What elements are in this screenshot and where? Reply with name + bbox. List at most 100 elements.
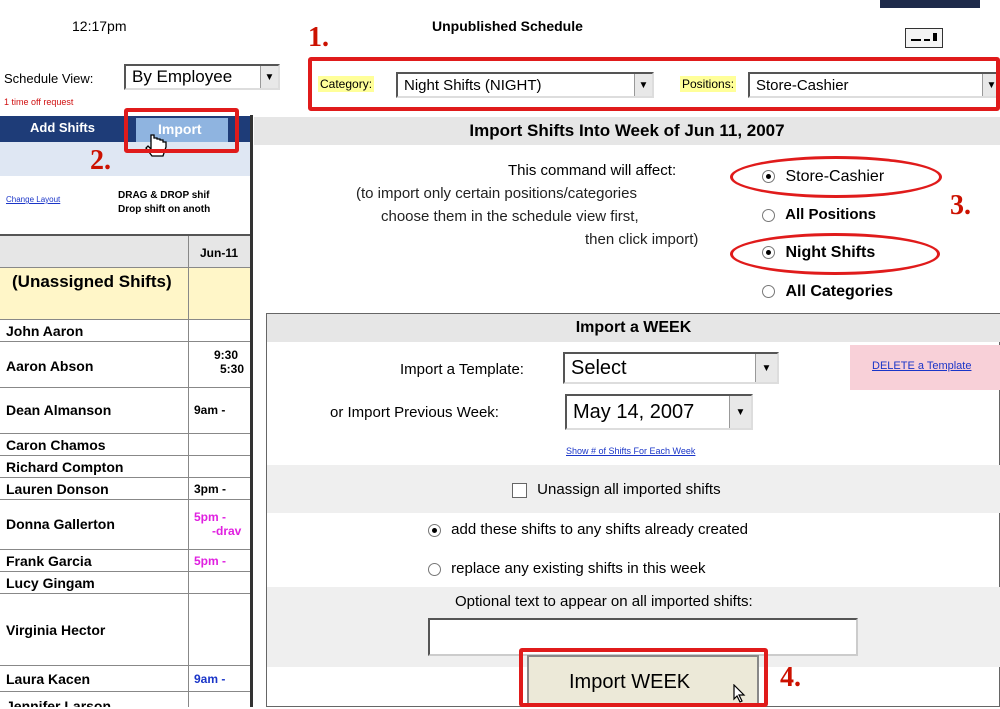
schedule-title: Unpublished Schedule bbox=[432, 18, 583, 34]
shift-cell[interactable] bbox=[188, 456, 250, 477]
import-week-title: Import a WEEK bbox=[267, 314, 1000, 342]
table-row[interactable]: Laura Kacen 9am - bbox=[0, 666, 250, 692]
import-hint-2: choose them in the schedule view first, bbox=[381, 208, 639, 225]
optional-text-label: Optional text to appear on all imported … bbox=[455, 593, 753, 610]
chevron-down-icon: ▼ bbox=[755, 354, 777, 382]
schedule-view-select[interactable]: By Employee ▼ bbox=[124, 64, 280, 90]
header-divider bbox=[188, 236, 189, 268]
unassign-label: Unassign all imported shifts bbox=[537, 481, 721, 498]
option-all-categories-label: All Categories bbox=[785, 283, 894, 300]
table-row[interactable]: Frank Garcia 5pm - bbox=[0, 550, 250, 572]
add-shifts-option[interactable]: add these shifts to any shifts already c… bbox=[428, 521, 748, 538]
shift-cell[interactable]: 9:30 5:30 bbox=[188, 342, 250, 387]
shift-cell[interactable] bbox=[188, 572, 250, 593]
chevron-down-icon: ▼ bbox=[260, 66, 278, 88]
employee-name: Frank Garcia bbox=[6, 553, 92, 569]
table-row[interactable]: Aaron Abson 9:30 5:30 bbox=[0, 342, 250, 388]
time-off-note[interactable]: 1 time off request bbox=[4, 97, 73, 107]
table-row[interactable]: Jennifer Larson bbox=[0, 692, 250, 707]
template-select[interactable]: Select ▼ bbox=[563, 352, 779, 384]
annotation-step-1: 1. bbox=[308, 22, 329, 53]
schedule-view-value: By Employee bbox=[132, 67, 233, 86]
employee-name: John Aaron bbox=[6, 323, 84, 339]
employee-name: Virginia Hector bbox=[6, 622, 106, 638]
annotation-step-2: 2. bbox=[90, 145, 111, 176]
affect-line: This command will affect: bbox=[508, 162, 677, 179]
schedule-view-label: Schedule View: bbox=[4, 71, 94, 86]
show-shifts-link[interactable]: Show # of Shifts For Each Week bbox=[566, 446, 695, 456]
unassign-checkbox[interactable] bbox=[512, 482, 527, 498]
clock-time: 12:17pm bbox=[72, 18, 127, 34]
unassigned-divider bbox=[188, 268, 189, 320]
option-all-positions-label: All Positions bbox=[785, 206, 877, 223]
unassigned-label: (Unassigned Shifts) bbox=[12, 272, 172, 291]
shift-cell[interactable]: 3pm - bbox=[188, 478, 250, 499]
template-value: Select bbox=[571, 356, 627, 379]
radio-all-categories[interactable] bbox=[762, 285, 775, 299]
change-layout-link[interactable]: Change Layout bbox=[6, 195, 60, 204]
add-shifts-label: add these shifts to any shifts already c… bbox=[451, 521, 749, 538]
prev-week-select[interactable]: May 14, 2007 ▼ bbox=[565, 394, 753, 430]
table-row[interactable]: Dean Almanson 9am - bbox=[0, 388, 250, 434]
annotation-box-import bbox=[124, 108, 239, 153]
template-label: Import a Template: bbox=[400, 361, 524, 378]
shift-start: 5pm - bbox=[194, 510, 227, 524]
window-icon[interactable] bbox=[905, 28, 943, 48]
employee-name: Caron Chamos bbox=[6, 437, 106, 453]
unassigned-row: (Unassigned Shifts) bbox=[0, 268, 250, 320]
table-header: Jun-11 bbox=[0, 234, 250, 268]
import-hint-3: then click import) bbox=[585, 231, 699, 248]
employee-name: Aaron Abson bbox=[6, 358, 94, 374]
table-row[interactable]: Lauren Donson 3pm - bbox=[0, 478, 250, 500]
import-hint-1: (to import only certain positions/catego… bbox=[356, 185, 637, 202]
shift-cell[interactable] bbox=[188, 434, 250, 455]
employee-name: Richard Compton bbox=[6, 459, 124, 475]
shift-cell[interactable]: 5pm - bbox=[188, 550, 250, 571]
header-dark-bar bbox=[880, 0, 980, 8]
employee-name: Jennifer Larson bbox=[6, 698, 112, 707]
date-header: Jun-11 bbox=[200, 246, 239, 260]
table-row[interactable]: Donna Gallerton 5pm - -drav bbox=[0, 500, 250, 550]
annotation-step-4: 4. bbox=[780, 662, 801, 693]
delete-template-link[interactable]: DELETE a Template bbox=[872, 360, 971, 372]
table-row[interactable]: Caron Chamos bbox=[0, 434, 250, 456]
table-row[interactable]: Richard Compton bbox=[0, 456, 250, 478]
employee-name: Dean Almanson bbox=[6, 402, 112, 418]
import-dialog-title: Import Shifts Into Week of Jun 11, 2007 bbox=[254, 117, 1000, 145]
unassign-checkbox-row[interactable]: Unassign all imported shifts bbox=[512, 481, 721, 498]
prev-week-label: or Import Previous Week: bbox=[330, 404, 499, 421]
radio-add-shifts[interactable] bbox=[428, 523, 441, 537]
replace-shifts-option[interactable]: replace any existing shifts in this week bbox=[428, 560, 705, 577]
drag-drop-hint-2: Drop shift on anoth bbox=[118, 204, 211, 215]
annotation-oval-store-cashier bbox=[730, 156, 942, 198]
radio-replace-shifts[interactable] bbox=[428, 562, 441, 576]
annotation-step-3: 3. bbox=[950, 190, 971, 221]
shift-cell[interactable]: 9am - bbox=[188, 388, 250, 433]
employee-name: Donna Gallerton bbox=[6, 516, 115, 532]
shift-cell[interactable]: 9am - bbox=[188, 666, 250, 691]
option-all-positions[interactable]: All Positions bbox=[762, 206, 876, 223]
add-shifts-button[interactable]: Add Shifts bbox=[30, 120, 95, 135]
chevron-down-icon: ▼ bbox=[729, 396, 751, 428]
annotation-box-import-week bbox=[519, 648, 768, 707]
table-row[interactable]: John Aaron bbox=[0, 320, 250, 342]
table-row[interactable]: Virginia Hector bbox=[0, 594, 250, 666]
shift-start: 9:30 bbox=[214, 348, 239, 362]
shift-cell[interactable] bbox=[188, 320, 250, 341]
employee-name: Lucy Gingam bbox=[6, 575, 95, 591]
radio-all-positions[interactable] bbox=[762, 208, 775, 222]
shift-end: 5:30 bbox=[220, 362, 245, 376]
shift-cell[interactable]: 5pm - -drav bbox=[188, 500, 250, 549]
employee-name: Lauren Donson bbox=[6, 481, 109, 497]
employee-name: Laura Kacen bbox=[6, 671, 91, 687]
shift-cell[interactable] bbox=[188, 692, 250, 707]
annotation-box-filters bbox=[308, 57, 1000, 111]
replace-shifts-label: replace any existing shifts in this week bbox=[451, 560, 706, 577]
option-all-categories[interactable]: All Categories bbox=[762, 283, 893, 301]
prev-week-value: May 14, 2007 bbox=[573, 400, 695, 423]
annotation-oval-night-shifts bbox=[730, 233, 940, 275]
drag-drop-hint-1: DRAG & DROP shif bbox=[118, 190, 210, 201]
shift-note: -drav bbox=[212, 524, 242, 538]
shift-cell[interactable] bbox=[188, 594, 250, 665]
table-row[interactable]: Lucy Gingam bbox=[0, 572, 250, 594]
